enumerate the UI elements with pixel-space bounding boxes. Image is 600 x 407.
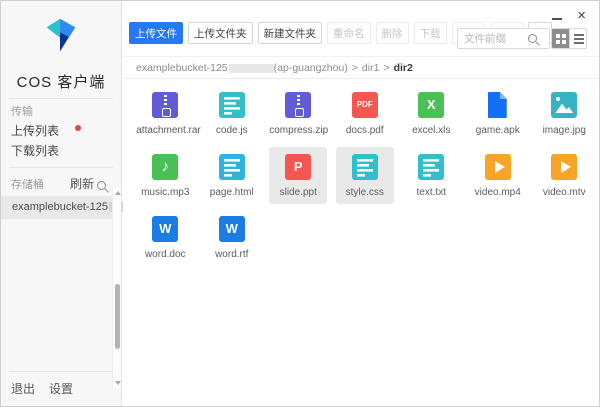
list-view-button[interactable] <box>569 29 586 48</box>
file-name: word.rtf <box>203 249 261 260</box>
file-tile[interactable]: music.mp3 <box>136 147 194 204</box>
upload-badge-dot <box>75 125 81 131</box>
file-name: slide.ppt <box>269 187 327 198</box>
sidebar-item-download-list[interactable]: 下载列表 <box>11 142 59 159</box>
toolbar-button[interactable]: 新建文件夹 <box>258 22 323 44</box>
view-toggle <box>551 28 587 49</box>
transfer-section-label: 传输 <box>11 103 33 119</box>
lines-file-icon <box>352 154 378 180</box>
toolbar-button: 重命名 <box>327 22 371 44</box>
file-tile[interactable]: video.mp4 <box>469 147 527 204</box>
scrollbar-thumb[interactable] <box>115 284 120 349</box>
cos-logo-icon <box>38 12 84 58</box>
bucket-refresh-link[interactable]: 刷新 <box>70 175 94 192</box>
redacted-text <box>229 64 274 73</box>
file-name: text.txt <box>402 187 460 198</box>
sidebar-divider <box>9 98 113 99</box>
search-icon <box>528 34 537 43</box>
breadcrumb-separator: > <box>352 62 358 74</box>
file-name: style.css <box>336 187 394 198</box>
sidebar-divider <box>9 371 113 372</box>
file-name: music.mp3 <box>136 187 194 198</box>
file-name: word.doc <box>136 249 194 260</box>
image-file-icon <box>551 92 577 118</box>
file-name: video.mp4 <box>469 187 527 198</box>
file-search-box[interactable] <box>457 28 550 49</box>
lines-file-icon <box>418 154 444 180</box>
file-tile[interactable]: code.js <box>203 85 261 142</box>
window-controls: × <box>552 10 586 22</box>
logo-area: COS 客户端 <box>1 1 121 92</box>
cos-client-window: COS 客户端 传输 上传列表 下载列表 存储桶 刷新 examplebucke… <box>0 0 600 407</box>
breadcrumb-region: (ap-guangzhou) <box>274 62 348 74</box>
file-tile[interactable]: compress.zip <box>269 85 327 142</box>
play-file-icon <box>551 154 577 180</box>
letter-file-icon: W <box>219 216 245 242</box>
minimize-button[interactable] <box>552 18 562 20</box>
docfold-file-icon <box>485 92 511 118</box>
zipper-file-icon <box>152 92 178 118</box>
toolbar-button[interactable]: 上传文件 <box>129 22 183 44</box>
breadcrumb-dir1[interactable]: dir1 <box>362 62 380 74</box>
settings-link[interactable]: 设置 <box>49 382 73 396</box>
toolbar-button: 下载 <box>414 22 447 44</box>
sidebar-footer: 退出设置 <box>11 380 87 397</box>
breadcrumb-bucket[interactable]: examplebucket-125 <box>136 62 228 74</box>
breadcrumb-separator: > <box>383 62 389 74</box>
logout-link[interactable]: 退出 <box>11 382 35 396</box>
breadcrumb-dir2-current[interactable]: dir2 <box>394 62 413 74</box>
sidebar: COS 客户端 传输 上传列表 下载列表 存储桶 刷新 examplebucke… <box>1 1 122 406</box>
file-grid: attachment.rar code.js compress.zip PDF docs… <box>132 85 598 266</box>
file-prefix-search-input[interactable] <box>458 33 528 45</box>
grid-view-button[interactable] <box>552 29 569 48</box>
file-tile[interactable]: text.txt <box>402 147 460 204</box>
sidebar-divider <box>9 167 113 168</box>
file-tile[interactable]: Wword.rtf <box>203 209 261 266</box>
file-tile[interactable]: Xexcel.xls <box>402 85 460 142</box>
bucket-section-label: 存储桶 <box>11 176 44 192</box>
file-name: docs.pdf <box>336 125 394 136</box>
main-panel: × 上传文件上传文件夹新建文件夹重命名删除下载复制粘贴 ↻ examplebuc… <box>123 1 599 406</box>
app-title: COS 客户端 <box>1 71 121 92</box>
file-tile[interactable]: video.mtv <box>535 147 593 204</box>
letter-file-icon: W <box>152 216 178 242</box>
scroll-up-icon[interactable] <box>115 191 121 195</box>
file-name: video.mtv <box>535 187 593 198</box>
file-tile[interactable]: PDF docs.pdf <box>336 85 394 142</box>
bucket-name: examplebucket-125 <box>12 201 108 213</box>
file-name: code.js <box>203 125 261 136</box>
file-tile[interactable]: Pslide.ppt <box>269 147 327 204</box>
file-tile[interactable]: attachment.rar <box>136 85 194 142</box>
sidebar-item-upload-list[interactable]: 上传列表 <box>11 122 59 139</box>
file-tile[interactable]: Wword.doc <box>136 209 194 266</box>
file-name: attachment.rar <box>136 125 194 136</box>
file-tile[interactable]: page.html <box>203 147 261 204</box>
bucket-list-scrollbar[interactable] <box>112 187 121 389</box>
letter-file-icon: PDF <box>352 92 378 118</box>
letter-file-icon: X <box>418 92 444 118</box>
file-name: game.apk <box>469 125 527 136</box>
breadcrumb: examplebucket-125(ap-guangzhou)>dir1>dir… <box>123 56 599 79</box>
toolbar-button: 删除 <box>376 22 409 44</box>
play-file-icon <box>485 154 511 180</box>
letter-file-icon: P <box>285 154 311 180</box>
bucket-list-item-selected[interactable]: examplebucket-125 <box>1 196 114 219</box>
close-button[interactable]: × <box>577 10 586 22</box>
file-name: page.html <box>203 187 261 198</box>
zipper-file-icon <box>285 92 311 118</box>
file-tile[interactable]: image.jpg <box>535 85 593 142</box>
scroll-down-icon[interactable] <box>115 381 121 385</box>
lines-file-icon <box>219 154 245 180</box>
toolbar-button[interactable]: 上传文件夹 <box>188 22 253 44</box>
music-file-icon <box>152 154 178 180</box>
file-name: compress.zip <box>269 125 327 136</box>
file-name: image.jpg <box>535 125 593 136</box>
file-tile[interactable]: style.css <box>336 147 394 204</box>
file-name: excel.xls <box>402 125 460 136</box>
file-tile[interactable]: game.apk <box>469 85 527 142</box>
lines-file-icon <box>219 92 245 118</box>
bucket-search-icon[interactable] <box>97 177 106 195</box>
